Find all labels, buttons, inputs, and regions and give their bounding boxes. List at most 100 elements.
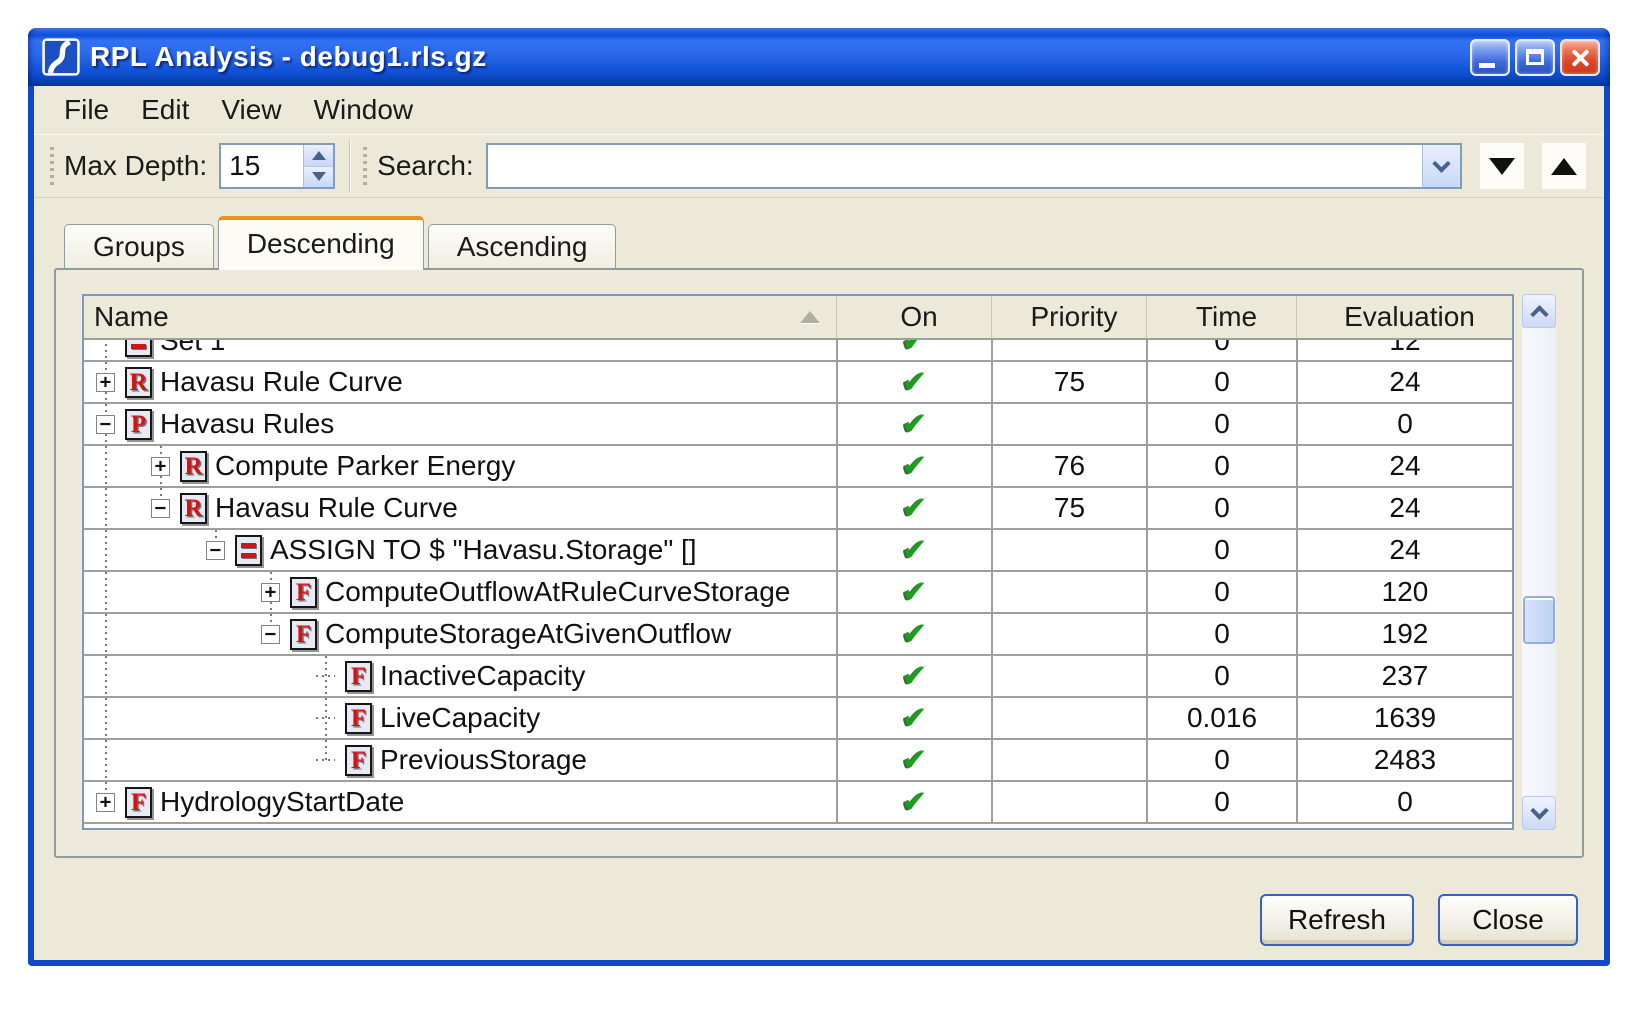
menu-file[interactable]: File: [48, 90, 125, 130]
search-next-button[interactable]: [1480, 143, 1524, 189]
column-header-label: Name: [94, 301, 800, 333]
minimize-button[interactable]: [1470, 39, 1510, 76]
spin-down-icon: [312, 172, 326, 181]
on-checkmark-icon: ✔: [902, 661, 928, 692]
table-row[interactable]: FPreviousStorage✔02483: [84, 740, 1512, 782]
table-row[interactable]: +RCompute Parker Energy✔76024: [84, 446, 1512, 488]
menu-view[interactable]: View: [205, 90, 297, 130]
tree-table-scroll-area: Name OnPriorityTimeEvaluation Set 1✔012 + R…: [82, 294, 1556, 830]
tree-collapse-button[interactable]: −: [206, 541, 225, 560]
toolbar-drag-handle[interactable]: [50, 147, 54, 185]
menu-edit[interactable]: Edit: [125, 90, 205, 130]
function-icon: F: [345, 745, 372, 776]
close-window-button[interactable]: [1560, 39, 1600, 76]
window-title: RPL Analysis - debug1.rls.gz: [90, 41, 487, 73]
tree-branch-connector: [316, 751, 335, 770]
tree-collapse-button[interactable]: −: [96, 415, 115, 434]
max-depth-label: Max Depth:: [64, 150, 207, 182]
on-checkmark-icon: ✔: [902, 577, 928, 608]
tree-expand-button[interactable]: +: [261, 583, 280, 602]
priority-cell: [991, 404, 1146, 444]
column-header-priority[interactable]: Priority: [991, 296, 1146, 338]
table-header-row: Name OnPriorityTimeEvaluation: [84, 296, 1512, 340]
function-icon: F: [345, 661, 372, 692]
tab-descending[interactable]: Descending: [218, 216, 424, 270]
search-dropdown-button[interactable]: [1422, 145, 1460, 187]
function-icon: F: [345, 703, 372, 734]
spin-up-button[interactable]: [304, 145, 333, 166]
priority-cell: [991, 740, 1146, 780]
table-row[interactable]: +RHavasu Rule Curve✔75024: [84, 362, 1512, 404]
time-value: 0: [1214, 366, 1230, 398]
priority-cell: [991, 782, 1146, 822]
rule-icon: R: [180, 493, 207, 524]
time-value: 0: [1214, 618, 1230, 650]
evaluation-value: 24: [1389, 366, 1420, 398]
spin-down-button[interactable]: [304, 166, 333, 188]
table-row[interactable]: −FComputeStorageAtGivenOutflow✔0192: [84, 614, 1512, 656]
priority-cell: [991, 530, 1146, 570]
table-row[interactable]: −RHavasu Rule Curve✔75024: [84, 488, 1512, 530]
tree-collapse-button[interactable]: −: [261, 625, 280, 644]
table-row[interactable]: −ASSIGN TO $ "Havasu.Storage" []✔024: [84, 530, 1512, 572]
max-depth-input[interactable]: [221, 145, 303, 187]
on-cell: ✔: [836, 404, 991, 444]
table-row[interactable]: +FComputeOutflowAtRuleCurveStorage✔0120: [84, 572, 1512, 614]
time-value: 0.016: [1187, 702, 1257, 734]
on-cell: ✔: [836, 782, 991, 822]
rule-icon: R: [180, 451, 207, 482]
tree-collapse-button[interactable]: −: [151, 499, 170, 518]
search-previous-button[interactable]: [1542, 143, 1586, 189]
scroll-down-button[interactable]: [1522, 796, 1556, 830]
column-header-on[interactable]: On: [836, 296, 991, 338]
maximize-button[interactable]: [1515, 39, 1555, 76]
time-value: 0: [1214, 408, 1230, 440]
priority-cell: [991, 340, 1146, 362]
tree-node-label: Havasu Rules: [160, 408, 334, 440]
tree-node-label: ASSIGN TO $ "Havasu.Storage" []: [270, 534, 697, 566]
riverware-app-icon: [42, 38, 80, 76]
refresh-button[interactable]: Refresh: [1260, 894, 1414, 946]
max-depth-toolbar-group: Max Depth:: [42, 135, 345, 197]
sort-ascending-icon: [800, 311, 820, 323]
on-checkmark-icon: ✔: [902, 745, 928, 776]
menu-window[interactable]: Window: [298, 90, 430, 130]
column-header-evaluation[interactable]: Evaluation: [1296, 296, 1512, 338]
chevron-down-icon: [1432, 154, 1450, 172]
table-row[interactable]: FLiveCapacity✔0.0161639: [84, 698, 1512, 740]
on-cell: ✔: [836, 656, 991, 696]
search-input[interactable]: [488, 145, 1422, 187]
close-button[interactable]: Close: [1438, 894, 1578, 946]
tree-node-label: PreviousStorage: [380, 744, 587, 776]
evaluation-cell: 24: [1296, 530, 1512, 570]
table-row[interactable]: FInactiveCapacity✔0237: [84, 656, 1512, 698]
tab-ascending[interactable]: Ascending: [428, 224, 617, 268]
scrollbar-track[interactable]: [1522, 328, 1556, 796]
priority-value: 75: [1054, 492, 1085, 524]
title-bar[interactable]: RPL Analysis - debug1.rls.gz: [28, 28, 1610, 86]
tree-expand-button[interactable]: +: [96, 373, 115, 392]
time-value: 0: [1214, 450, 1230, 482]
tree-expand-button[interactable]: +: [96, 793, 115, 812]
time-value: 0: [1214, 744, 1230, 776]
tab-label: Groups: [93, 231, 185, 263]
toolbar-drag-handle[interactable]: [363, 147, 367, 185]
tree-branch-connector: [316, 709, 335, 728]
tree-node-name-cell: F LiveCapacity: [84, 698, 836, 738]
tree-node-label: Compute Parker Energy: [215, 450, 515, 482]
tree-expand-button[interactable]: +: [151, 457, 170, 476]
scrollbar-thumb[interactable]: [1523, 596, 1555, 644]
column-header-name[interactable]: Name: [84, 296, 836, 338]
tab-groups[interactable]: Groups: [64, 224, 214, 268]
on-checkmark-icon: ✔: [902, 367, 928, 398]
table-row[interactable]: −PHavasu Rules✔00: [84, 404, 1512, 446]
table-row[interactable]: +FHydrologyStartDate✔00: [84, 782, 1512, 824]
table-row[interactable]: Set 1✔012: [84, 340, 1512, 362]
column-header-time[interactable]: Time: [1146, 296, 1296, 338]
time-cell: 0.016: [1146, 698, 1296, 738]
toolbar: Max Depth: Search:: [34, 134, 1604, 198]
table-body: Set 1✔012+RHavasu Rule Curve✔75024−PHava…: [84, 340, 1512, 828]
scroll-up-button[interactable]: [1522, 294, 1556, 328]
tree-node-label: LiveCapacity: [380, 702, 540, 734]
time-cell: 0: [1146, 340, 1296, 362]
